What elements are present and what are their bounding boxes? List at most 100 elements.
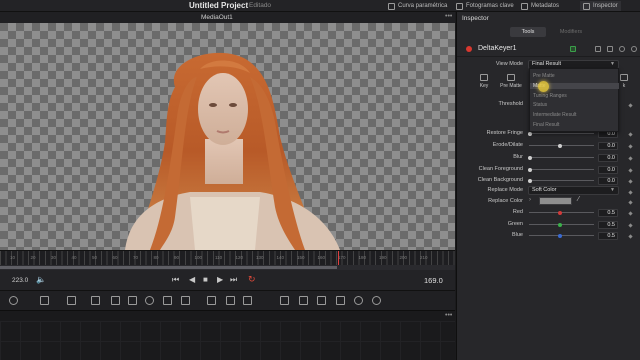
param-slider-knob[interactable] <box>528 131 532 136</box>
node-editor-options-icon[interactable]: ••• <box>445 312 452 319</box>
tab-modifiers[interactable]: Modifiers <box>553 27 589 37</box>
rgb-slider-knob[interactable] <box>558 233 562 238</box>
renderer3d-icon[interactable] <box>336 296 345 305</box>
bspline-mask-icon[interactable] <box>181 296 190 305</box>
stop-button[interactable]: ■ <box>203 275 208 284</box>
go-to-end-button[interactable]: ⏭ <box>230 275 237 285</box>
text-tool-icon[interactable] <box>91 296 100 305</box>
param-value-field[interactable]: 0.0 <box>598 177 618 185</box>
node-grid <box>0 321 455 360</box>
rectangle-mask-icon[interactable] <box>128 296 137 305</box>
replace-color-label: Replace Color <box>488 198 523 204</box>
curve-button[interactable]: Curva paramétrica <box>388 1 447 11</box>
reset-icon[interactable] <box>595 46 601 52</box>
replace-mode-select[interactable]: Soft Color ▼ <box>528 186 619 195</box>
param-label: Clean Background <box>477 177 523 183</box>
ruler-label: 190 <box>379 255 387 260</box>
ruler-label: 60 <box>112 255 118 260</box>
ruler-label: 160 <box>317 255 326 260</box>
param-slider-knob[interactable] <box>558 143 562 148</box>
keyed-subject-image <box>125 52 340 250</box>
rgb-value-field[interactable]: 0.5 <box>598 209 618 217</box>
rgb-value-field[interactable]: 0.5 <box>598 232 618 240</box>
ruler-label: 100 <box>194 255 203 260</box>
particles-icon[interactable] <box>299 296 308 305</box>
camera3d-icon[interactable] <box>317 296 326 305</box>
key-mode-button[interactable]: Key <box>472 74 496 89</box>
play-reverse-button[interactable]: ◀ <box>189 275 195 284</box>
paint-tool-icon[interactable] <box>9 296 18 305</box>
expand-chevron-icon[interactable]: › <box>529 197 531 203</box>
inspector-button[interactable]: Inspector <box>580 1 621 11</box>
top-bar: Untitled Project Editado Curva paramétri… <box>0 0 640 12</box>
merge3d-icon[interactable] <box>280 296 289 305</box>
transform-tool-icon[interactable] <box>111 296 120 305</box>
view-mode-option[interactable]: Intermediate Result <box>533 112 576 118</box>
polygon-mask-icon[interactable] <box>163 296 172 305</box>
node-editor[interactable]: ••• <box>0 310 455 360</box>
settings-reset-icon[interactable] <box>631 46 637 52</box>
ellipse-mask-icon[interactable] <box>145 296 154 305</box>
replace-mode-label: Replace Mode <box>487 187 523 193</box>
background-tool-icon[interactable] <box>40 296 49 305</box>
go-to-start-button[interactable]: ⏮ <box>172 275 179 285</box>
playhead[interactable] <box>338 251 339 265</box>
ambient-light-icon[interactable] <box>372 296 381 305</box>
view-mode-option[interactable]: Final Result <box>533 122 559 128</box>
ruler-label: 200 <box>399 255 408 260</box>
view-mode-option[interactable]: Status <box>533 102 547 108</box>
play-button[interactable]: ▶ <box>217 275 223 284</box>
replace-mode-value: Soft Color <box>532 187 557 193</box>
ruler-label: 130 <box>256 255 264 260</box>
ruler-label: 90 <box>174 255 180 260</box>
eyedropper-icon[interactable]: ⁄ <box>578 196 579 203</box>
ruler-label: 180 <box>358 255 367 260</box>
rgb-slider-knob[interactable] <box>558 222 562 227</box>
node-enable-icon[interactable] <box>466 46 472 52</box>
replace-color-swatch[interactable] <box>539 197 572 205</box>
param-slider-knob[interactable] <box>528 167 532 172</box>
light-icon[interactable] <box>354 296 363 305</box>
speaker-icon[interactable]: 🔈 <box>36 275 46 284</box>
param-slider[interactable] <box>529 180 594 181</box>
param-slider-knob[interactable] <box>528 178 532 183</box>
loop-icon[interactable]: ↻ <box>248 274 256 285</box>
keyframes-button[interactable]: Fotogramas clave <box>456 1 514 11</box>
ruler-label: 30 <box>51 255 57 260</box>
param-slider[interactable] <box>529 133 594 134</box>
ruler-label: 120 <box>235 255 244 260</box>
lock-icon[interactable] <box>619 46 625 52</box>
param-slider[interactable] <box>529 169 594 170</box>
threshold-label: Threshold <box>498 101 523 107</box>
view-mode-value: Final Result <box>532 61 562 67</box>
end-frame-field[interactable]: 169.0 <box>424 276 443 285</box>
pin-icon[interactable] <box>607 46 613 52</box>
viewer-name: MediaOut1 <box>201 14 233 21</box>
render-range-fill <box>0 266 337 269</box>
param-slider-knob[interactable] <box>528 155 532 160</box>
key-mode-label: Key <box>479 83 489 89</box>
metadata-button[interactable]: Metadatos <box>521 1 559 11</box>
pre-matte-mode-button[interactable]: Pre Matte <box>499 74 523 89</box>
param-value-field[interactable]: 0.0 <box>598 142 618 150</box>
ruler-label: 150 <box>297 255 305 260</box>
version-color-icon[interactable] <box>570 46 576 52</box>
param-value-field[interactable]: 0.0 <box>598 166 618 174</box>
view-mode-option[interactable]: Pre Matte <box>533 73 555 79</box>
text3d-icon[interactable] <box>243 296 252 305</box>
viewer-options-icon[interactable]: ••• <box>445 13 452 20</box>
tab-tools[interactable]: Tools <box>510 27 546 37</box>
param-value-field[interactable]: 0.0 <box>598 154 618 162</box>
rgb-slider-knob[interactable] <box>558 210 562 215</box>
current-frame-field[interactable]: 223.0 <box>12 277 28 284</box>
image-plane-icon[interactable] <box>207 296 216 305</box>
view-mode-option[interactable]: Tuning Ranges <box>533 93 567 99</box>
shape3d-icon[interactable] <box>226 296 235 305</box>
viewer-canvas[interactable] <box>0 23 455 250</box>
transport-bar: 223.0 🔈 ⏮ ◀ ■ ▶ ⏭ ↻ 169.0 <box>0 270 455 290</box>
timeline-ruler[interactable]: 10 20 30 40 50 60 70 80 90 100 110 120 130 140 150 160 1… <box>0 250 455 270</box>
node-name: DeltaKeyer1 <box>478 45 517 52</box>
merge-tool-icon[interactable] <box>67 296 76 305</box>
param-slider[interactable] <box>529 157 594 158</box>
rgb-value-field[interactable]: 0.5 <box>598 221 618 229</box>
